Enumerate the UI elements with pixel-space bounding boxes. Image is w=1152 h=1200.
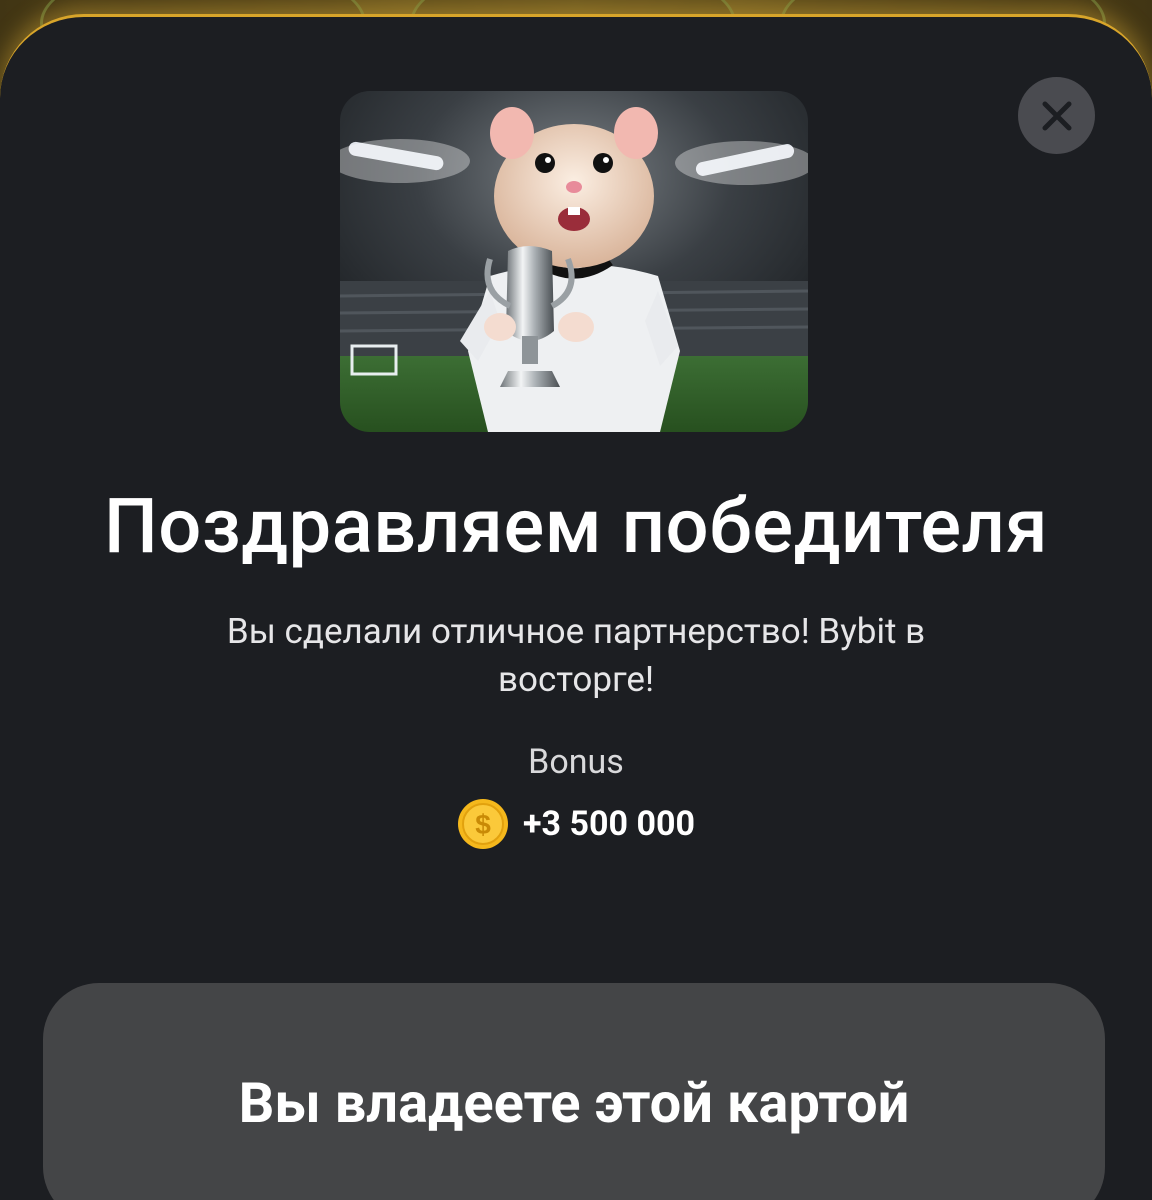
card-owned-button[interactable]: Вы владеете этой картой [43, 983, 1105, 1200]
modal-description: Вы сделали отличное партнерство! Bybit в… [226, 611, 926, 700]
bonus-amount: +3 500 000 [523, 804, 695, 844]
dollar-coin-icon: $ [458, 799, 508, 849]
bonus-reward: $ +3 500 000 [0, 798, 1152, 850]
close-button[interactable] [1018, 77, 1095, 154]
modal-title: Поздравляем победителя [103, 481, 1049, 571]
bonus-label: Bonus [528, 742, 624, 782]
close-icon [1042, 101, 1071, 130]
hamster-champion-card-image [340, 91, 808, 432]
svg-text:$: $ [475, 809, 491, 840]
